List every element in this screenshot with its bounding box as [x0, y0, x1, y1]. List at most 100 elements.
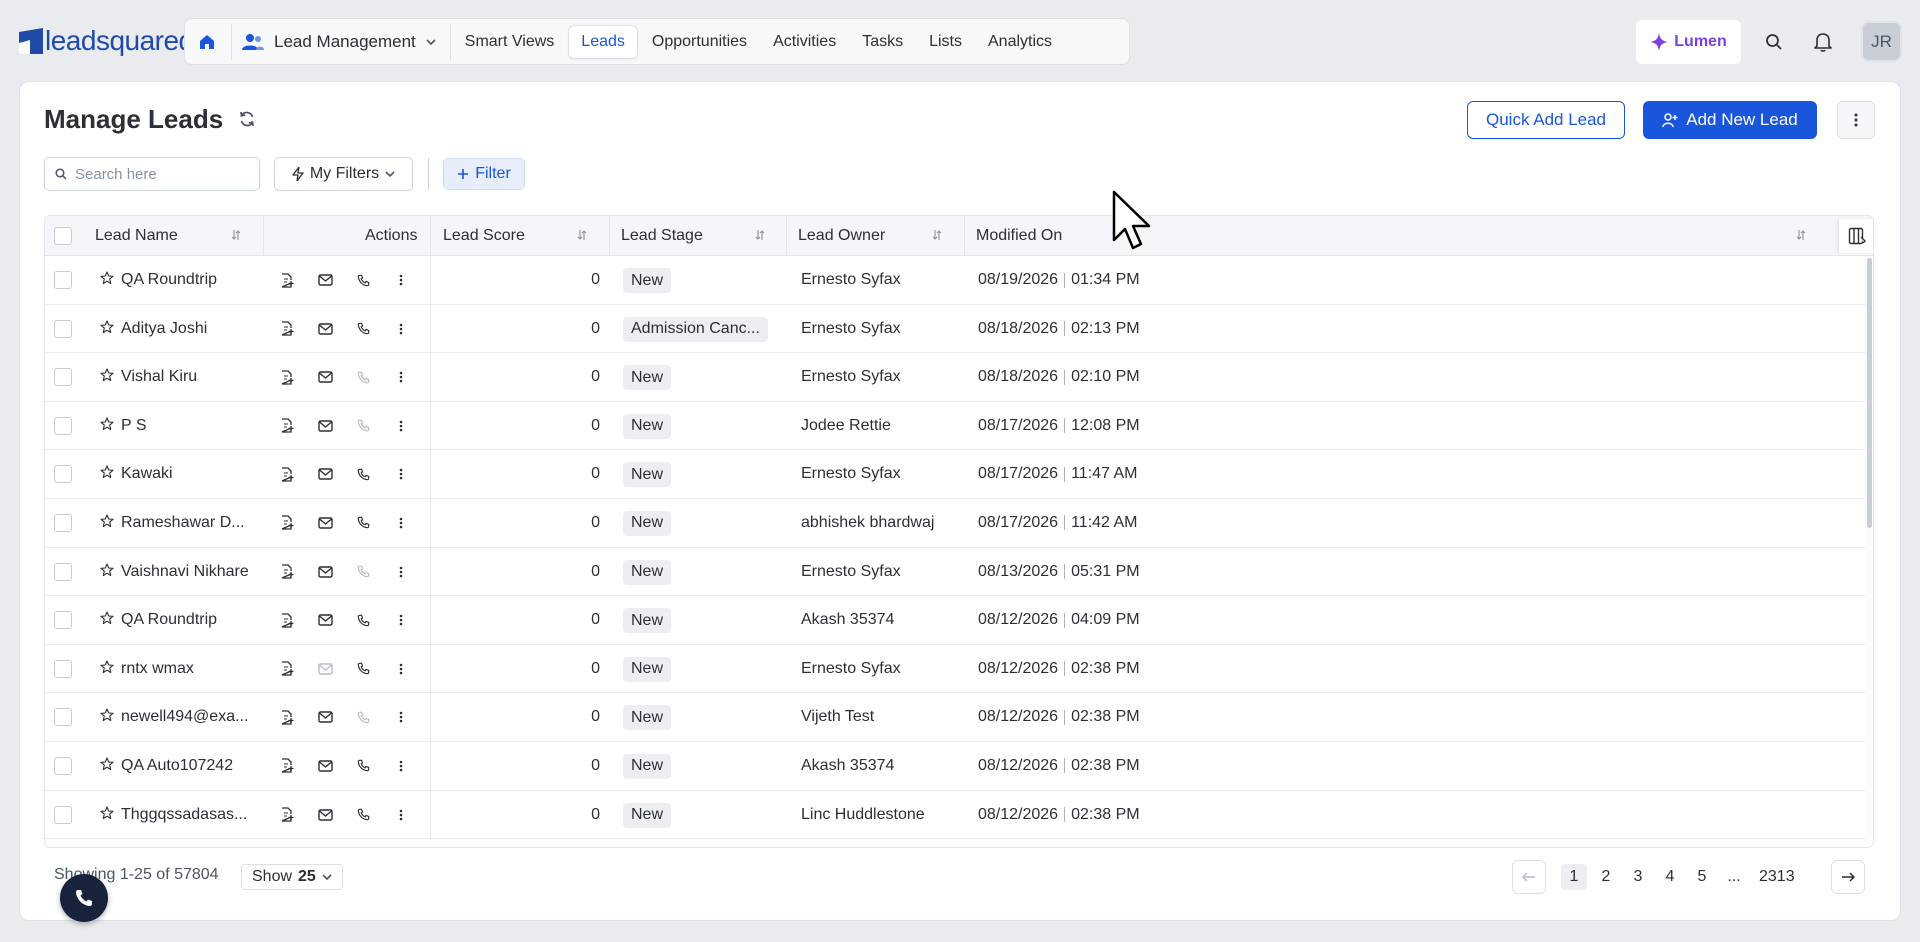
lead-name-link[interactable]: rntx wmax [121, 645, 194, 693]
row-checkbox[interactable] [54, 756, 72, 775]
star-icon[interactable] [100, 465, 114, 479]
call-button[interactable] [353, 319, 373, 339]
send-email-button[interactable] [315, 756, 335, 776]
add-note-button[interactable] [277, 416, 297, 436]
page-size-dropdown[interactable]: Show 25 [241, 864, 343, 890]
add-note-button[interactable] [277, 756, 297, 776]
col-modified-on[interactable]: Modified On [976, 216, 1062, 256]
call-button[interactable] [353, 610, 373, 630]
notifications-button[interactable] [1807, 26, 1839, 58]
next-page-button[interactable] [1831, 860, 1865, 894]
tab-activities[interactable]: Activities [761, 25, 848, 59]
table-row[interactable]: Thggqssadasas... 0 New Linc Huddlestone … [45, 790, 1865, 840]
star-icon[interactable] [100, 417, 114, 431]
add-new-lead-button[interactable]: Add New Lead [1643, 101, 1817, 139]
lead-name-link[interactable]: Vaishnavi Nikhare [121, 548, 249, 596]
table-row[interactable]: QA Roundtrip 0 New Ernesto Syfax 08/19/2… [45, 256, 1865, 305]
call-button[interactable] [353, 464, 373, 484]
add-note-button[interactable] [277, 610, 297, 630]
row-checkbox[interactable] [54, 368, 72, 387]
call-button[interactable] [353, 367, 373, 387]
row-checkbox[interactable] [54, 319, 72, 338]
row-more-button[interactable] [391, 319, 411, 339]
star-icon[interactable] [100, 757, 114, 771]
row-more-button[interactable] [391, 464, 411, 484]
send-email-button[interactable] [315, 805, 335, 825]
add-note-button[interactable] [277, 513, 297, 533]
table-row[interactable]: Vaishnavi Nikhare 0 New Ernesto Syfax 08… [45, 547, 1865, 597]
row-more-button[interactable] [391, 513, 411, 533]
send-email-button[interactable] [315, 659, 335, 679]
row-checkbox[interactable] [54, 562, 72, 581]
lead-name-link[interactable]: Kawaki [121, 450, 173, 498]
row-more-button[interactable] [391, 659, 411, 679]
tab-leads[interactable]: Leads [568, 24, 638, 59]
star-icon[interactable] [100, 368, 114, 382]
page-more-button[interactable] [1837, 101, 1875, 139]
table-row[interactable]: Rameshawar D... 0 New abhishek bhardwaj … [45, 498, 1865, 548]
brand-logo[interactable]: leadsquared [19, 27, 194, 55]
call-button[interactable] [353, 659, 373, 679]
prev-page-button[interactable] [1512, 860, 1546, 894]
call-button[interactable] [353, 756, 373, 776]
col-lead-stage[interactable]: Lead Stage [621, 216, 703, 256]
select-all-checkbox[interactable] [54, 216, 72, 256]
call-button[interactable] [353, 707, 373, 727]
tab-smart-views[interactable]: Smart Views [453, 25, 567, 59]
row-checkbox[interactable] [54, 513, 72, 532]
add-filter-button[interactable]: Filter [443, 158, 525, 190]
star-icon[interactable] [100, 563, 114, 577]
add-note-button[interactable] [277, 707, 297, 727]
row-checkbox[interactable] [54, 708, 72, 727]
page-number[interactable]: 5 [1689, 864, 1715, 890]
call-button[interactable] [353, 805, 373, 825]
col-lead-name[interactable]: Lead Name [95, 216, 178, 256]
page-number[interactable]: 4 [1657, 864, 1683, 890]
row-checkbox[interactable] [54, 659, 72, 678]
send-email-button[interactable] [315, 464, 335, 484]
row-checkbox[interactable] [54, 271, 72, 289]
send-email-button[interactable] [315, 513, 335, 533]
table-row[interactable]: Vishal Kiru 0 New Ernesto Syfax 08/18/20… [45, 353, 1865, 402]
row-more-button[interactable] [391, 416, 411, 436]
tab-lists[interactable]: Lists [917, 25, 974, 59]
lead-name-link[interactable]: newell494@exa... [121, 693, 248, 741]
lead-name-link[interactable]: P S [121, 402, 147, 450]
column-picker-button[interactable] [1838, 219, 1873, 253]
call-button[interactable] [353, 513, 373, 533]
send-email-button[interactable] [315, 319, 335, 339]
lead-name-link[interactable]: QA Auto107242 [121, 742, 233, 790]
search-input[interactable] [75, 165, 235, 183]
send-email-button[interactable] [315, 416, 335, 436]
star-icon[interactable] [100, 708, 114, 722]
row-more-button[interactable] [391, 610, 411, 630]
send-email-button[interactable] [315, 707, 335, 727]
star-icon[interactable] [100, 611, 114, 625]
lead-name-link[interactable]: QA Roundtrip [121, 256, 217, 304]
page-number[interactable]: 2 [1593, 864, 1619, 890]
softphone-button[interactable] [60, 874, 108, 922]
add-note-button[interactable] [277, 464, 297, 484]
user-avatar[interactable]: JR [1861, 21, 1902, 62]
home-button[interactable] [189, 24, 225, 60]
tab-analytics[interactable]: Analytics [976, 25, 1064, 59]
add-note-button[interactable] [277, 319, 297, 339]
send-email-button[interactable] [315, 270, 335, 290]
lead-name-link[interactable]: Rameshawar D... [121, 499, 245, 547]
row-checkbox[interactable] [54, 465, 72, 484]
row-more-button[interactable] [391, 562, 411, 582]
row-checkbox[interactable] [54, 805, 72, 824]
table-scrollbar[interactable] [1865, 256, 1873, 847]
send-email-button[interactable] [315, 562, 335, 582]
call-button[interactable] [353, 270, 373, 290]
table-row[interactable]: newell494@exa... 0 New Vijeth Test 08/12… [45, 693, 1865, 742]
lead-name-link[interactable]: Aditya Joshi [121, 305, 207, 353]
row-more-button[interactable] [391, 756, 411, 776]
tab-tasks[interactable]: Tasks [850, 25, 915, 59]
tab-opportunities[interactable]: Opportunities [640, 25, 759, 59]
table-row[interactable]: rntx wmax 0 New Ernesto Syfax 08/12/2026… [45, 644, 1865, 694]
scroll-thumb[interactable] [1867, 258, 1872, 528]
row-checkbox[interactable] [54, 611, 72, 630]
row-more-button[interactable] [391, 805, 411, 825]
call-button[interactable] [353, 416, 373, 436]
